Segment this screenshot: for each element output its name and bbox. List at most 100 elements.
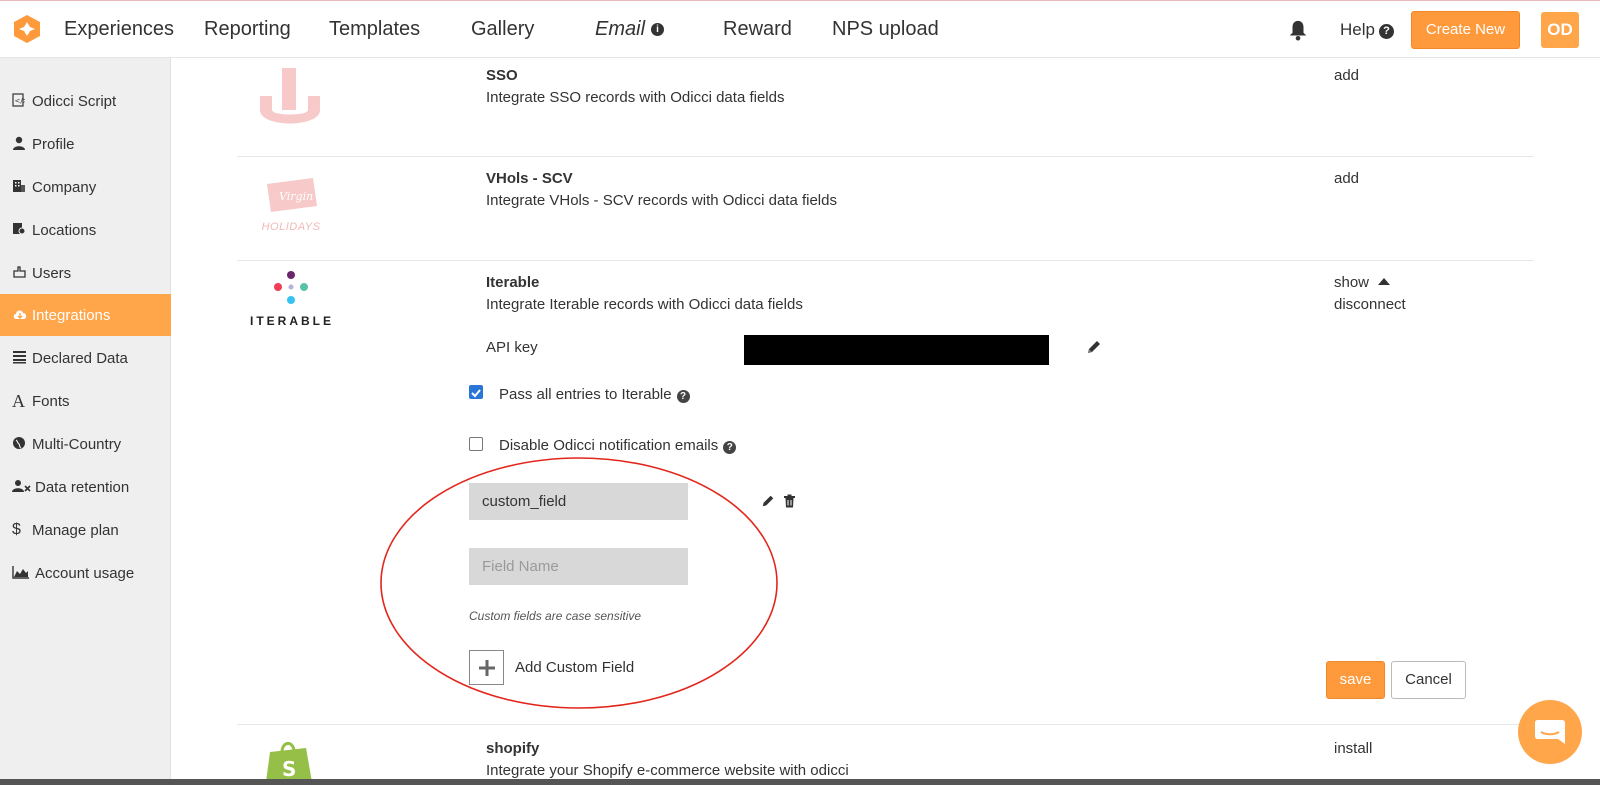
sidebar-item-fonts[interactable]: A Fonts (0, 380, 171, 422)
shopify-logo: S (266, 742, 312, 782)
sidebar-item-label: Fonts (32, 392, 70, 410)
iterable-disconnect-link[interactable]: disconnect (1334, 296, 1406, 313)
sidebar-item-locations[interactable]: Locations (0, 209, 171, 251)
help-label: Help (1340, 20, 1375, 39)
question-icon[interactable]: ? (676, 390, 690, 403)
sidebar-item-multi-country[interactable]: Multi-Country (0, 423, 171, 465)
building-icon (12, 179, 30, 196)
sidebar-item-label: Multi-Country (32, 435, 122, 453)
shopify-install-link[interactable]: install (1334, 740, 1372, 757)
disable-notification-label: Disable Odicci notification emails? (499, 437, 737, 454)
sidebar-item-label: Profile (32, 135, 75, 153)
script-icon: </> (12, 92, 30, 110)
users-icon (12, 265, 30, 282)
help-link[interactable]: Help? (1340, 20, 1394, 40)
sidebar-item-odicci-script[interactable]: </> Odicci Script (0, 80, 171, 122)
nav-reporting[interactable]: Reporting (204, 18, 291, 41)
check-icon (471, 389, 481, 398)
sidebar-item-company[interactable]: Company (0, 166, 171, 208)
vhols-description: Integrate VHols - SCV records with Odicc… (486, 192, 837, 209)
row-divider (237, 724, 1534, 725)
nav-nps-upload[interactable]: NPS upload (832, 18, 939, 41)
chat-launcher[interactable] (1518, 700, 1582, 764)
sidebar-item-account-usage[interactable]: Account usage (0, 552, 171, 594)
show-label: show (1334, 274, 1370, 291)
row-divider (237, 156, 1534, 157)
sidebar-item-data-retention[interactable]: Data retention (0, 466, 171, 508)
nav-templates[interactable]: Templates (329, 18, 420, 41)
list-icon (12, 350, 30, 367)
pass-all-entries-label: Pass all entries to Iterable? (499, 386, 690, 403)
avatar[interactable]: OD (1541, 12, 1579, 48)
sidebar-item-label: Company (32, 178, 97, 196)
dollar-icon: $ (12, 521, 21, 538)
nav-email[interactable]: Email i (595, 18, 665, 41)
vhols-title: VHols - SCV (486, 170, 573, 187)
cancel-button[interactable]: Cancel (1391, 661, 1466, 699)
virgin-holidays-logo: Virgin HOLIDAYS (255, 176, 327, 234)
sidebar-item-manage-plan[interactable]: $ Manage plan (0, 509, 171, 551)
sidebar-item-integrations[interactable]: Integrations (0, 294, 171, 336)
pass-all-text: Pass all entries to Iterable (499, 386, 672, 403)
svg-text:S: S (282, 757, 296, 781)
sso-add-link[interactable]: add (1334, 67, 1359, 84)
vhols-add-link[interactable]: add (1334, 170, 1359, 187)
sidebar-item-label: Data retention (35, 478, 130, 496)
iterable-description: Integrate Iterable records with Odicci d… (486, 296, 803, 313)
create-new-button[interactable]: Create New (1411, 11, 1520, 49)
holidays-logo-text: HOLIDAYS (261, 221, 321, 233)
iterable-logo-text: ITERABLE (250, 314, 334, 328)
pass-all-entries-checkbox[interactable] (469, 385, 483, 399)
sidebar-item-label: Locations (32, 221, 97, 239)
font-icon: A (12, 390, 25, 411)
map-pin-icon (12, 222, 30, 239)
nav-gallery[interactable]: Gallery (471, 18, 534, 41)
question-icon: ? (1378, 24, 1394, 39)
sidebar-item-label: Manage plan (32, 521, 119, 539)
sidebar-item-label: Declared Data (32, 349, 128, 367)
sso-logo (260, 68, 320, 124)
sidebar-item-users[interactable]: Users (0, 252, 171, 294)
sidebar-item-label: Odicci Script (32, 92, 117, 110)
question-icon[interactable]: ? (723, 441, 737, 454)
trash-icon[interactable] (783, 494, 796, 508)
odicci-logo[interactable] (12, 14, 42, 44)
sidebar-item-label: Integrations (32, 306, 111, 324)
user-x-icon (12, 479, 33, 496)
settings-sidebar: </> Odicci Script Profile Company Locati… (0, 58, 171, 785)
nav-reward[interactable]: Reward (723, 18, 792, 41)
highlight-ellipse (380, 457, 778, 709)
cloud-icon (12, 307, 30, 324)
disable-notification-checkbox[interactable] (469, 437, 483, 451)
nav-experiences[interactable]: Experiences (64, 18, 174, 41)
info-icon: i (651, 23, 665, 36)
top-navbar: Experiences Reporting Templates Gallery … (0, 0, 1600, 58)
pencil-icon[interactable] (1086, 339, 1102, 355)
api-key-label: API key (486, 339, 538, 356)
user-icon (12, 136, 30, 153)
chart-icon (12, 565, 33, 582)
save-button[interactable]: save (1326, 661, 1385, 699)
sidebar-item-label: Account usage (35, 564, 135, 582)
bell-icon[interactable] (1287, 19, 1309, 41)
sidebar-item-profile[interactable]: Profile (0, 123, 171, 165)
disable-notification-text: Disable Odicci notification emails (499, 437, 719, 454)
sso-description: Integrate SSO records with Odicci data f… (486, 89, 785, 106)
row-divider (237, 260, 1534, 261)
api-key-field[interactable] (744, 335, 1049, 365)
sidebar-item-declared-data[interactable]: Declared Data (0, 337, 171, 379)
window-bottom-edge (0, 779, 1600, 785)
sso-title: SSO (486, 67, 518, 84)
globe-icon (12, 436, 30, 453)
virgin-logo-text: Virgin (279, 190, 313, 203)
shopify-description: Integrate your Shopify e-commerce websit… (486, 762, 849, 779)
iterable-show-link[interactable]: show (1334, 274, 1391, 291)
shopify-title: shopify (486, 740, 540, 757)
caret-up-icon (1378, 278, 1391, 285)
chat-icon (1535, 720, 1565, 744)
iterable-title: Iterable (486, 274, 540, 291)
svg-text:</>: </> (15, 97, 26, 105)
nav-email-label: Email (595, 18, 646, 40)
sidebar-item-label: Users (32, 264, 72, 282)
iterable-logo: ITERABLE (250, 270, 332, 330)
